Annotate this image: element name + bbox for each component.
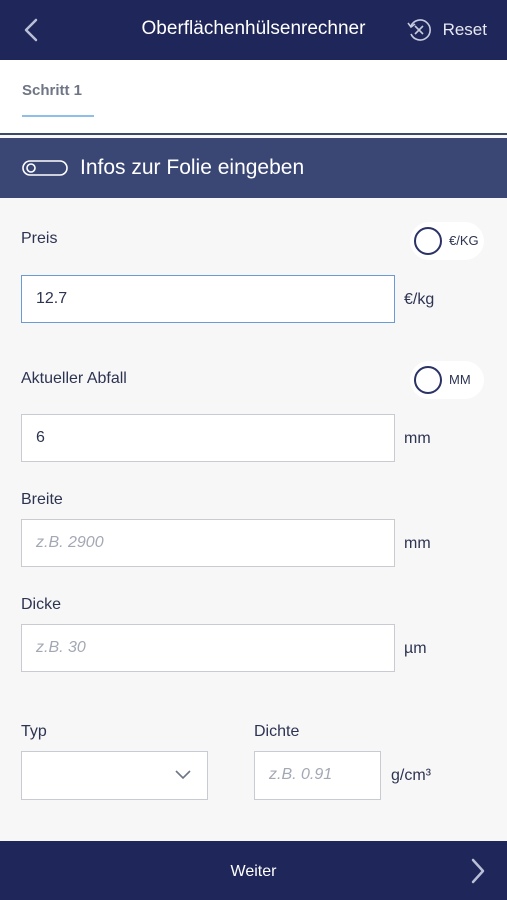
- preis-unit-radio[interactable]: €/KG: [410, 222, 484, 260]
- bottom-nav-bar[interactable]: Weiter: [0, 841, 507, 900]
- radio-circle-icon[interactable]: [414, 366, 442, 394]
- toggle-icon: [22, 160, 68, 176]
- abfall-input[interactable]: 6: [21, 414, 395, 462]
- preis-input[interactable]: 12.7: [21, 275, 395, 323]
- section-title: Infos zur Folie eingeben: [80, 156, 305, 179]
- dicke-label: Dicke: [21, 596, 62, 613]
- chevron-right-icon[interactable]: [469, 857, 487, 885]
- next-button[interactable]: Weiter: [0, 863, 507, 881]
- abfall-radio-label: MM: [449, 372, 471, 387]
- chevron-down-icon: [175, 770, 191, 780]
- breite-input[interactable]: z.B. 2900: [21, 519, 395, 567]
- tab-schritt-1[interactable]: Schritt 1: [22, 82, 82, 99]
- preis-label: Preis: [21, 230, 58, 247]
- breite-label: Breite: [21, 491, 63, 508]
- section-header: Infos zur Folie eingeben: [0, 138, 507, 198]
- top-nav-bar: Oberflächenhülsenrechner Reset: [0, 0, 507, 60]
- reset-icon[interactable]: [406, 17, 432, 43]
- breite-unit: mm: [404, 535, 431, 552]
- dicke-input[interactable]: z.B. 30: [21, 624, 395, 672]
- dichte-input[interactable]: z.B. 0.91: [254, 751, 381, 800]
- reset-button[interactable]: Reset: [443, 20, 487, 40]
- active-tab-indicator: [22, 115, 94, 117]
- radio-circle-icon[interactable]: [414, 227, 442, 255]
- abfall-unit-radio[interactable]: MM: [410, 361, 484, 399]
- abfall-label: Aktueller Abfall: [21, 370, 127, 387]
- preis-radio-label: €/KG: [449, 233, 479, 248]
- step-tabs: Schritt 1: [0, 60, 507, 135]
- typ-label: Typ: [21, 723, 47, 740]
- dicke-unit: µm: [404, 640, 427, 657]
- preis-unit: €/kg: [404, 291, 435, 308]
- abfall-unit: mm: [404, 430, 431, 447]
- dichte-unit: g/cm³: [391, 767, 431, 784]
- dichte-label: Dichte: [254, 723, 300, 740]
- typ-select[interactable]: [21, 751, 208, 800]
